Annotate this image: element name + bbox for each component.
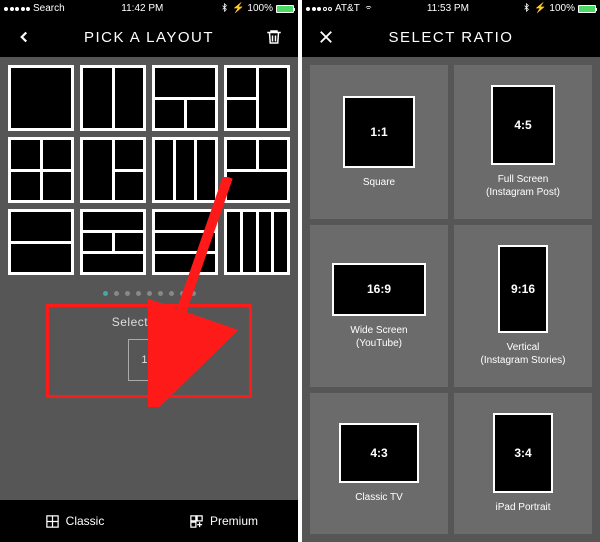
ratio-tile-classictv[interactable]: 4:3 Classic TV: [310, 393, 448, 534]
battery-pct: 100%: [247, 3, 273, 14]
layout-thumb[interactable]: [80, 209, 146, 275]
ratio-box: 16:9: [332, 263, 426, 316]
battery-icon: [276, 5, 294, 13]
ratio-tile-widescreen[interactable]: 16:9 Wide Screen(YouTube): [310, 225, 448, 387]
layout-grid: [0, 57, 298, 275]
ratio-box: 4:3: [339, 423, 419, 483]
ratio-tile-fullscreen[interactable]: 4:5 Full Screen(Instagram Post): [454, 65, 592, 219]
page-indicator: [0, 291, 298, 296]
ratio-chip[interactable]: 1:1: [128, 339, 170, 381]
ratio-box: 9:16: [498, 245, 548, 333]
header: SELECT RATIO: [302, 17, 600, 57]
status-bar: AT&T 11:53 PM ⚡ 100%: [302, 0, 600, 17]
layout-thumb[interactable]: [224, 209, 290, 275]
layout-thumb[interactable]: [8, 137, 74, 203]
layout-thumb[interactable]: [8, 65, 74, 131]
ratio-name: Classic TV: [355, 491, 403, 504]
battery-pct: 100%: [549, 3, 575, 14]
back-button[interactable]: [12, 25, 36, 49]
bottom-tabs: Classic Premium: [0, 500, 298, 542]
header: PICK A LAYOUT: [0, 17, 298, 57]
ratio-name: Square: [363, 176, 395, 189]
wifi-icon: [363, 3, 374, 15]
bluetooth-icon: [522, 3, 531, 15]
ratio-tile-ipadportrait[interactable]: 3:4 iPad Portrait: [454, 393, 592, 534]
tab-label: Classic: [66, 514, 105, 528]
status-time: 11:53 PM: [427, 3, 469, 14]
search-label: Search: [33, 3, 65, 14]
status-bar: Search 11:42 PM ⚡ 100%: [0, 0, 298, 17]
bolt-icon: ⚡: [232, 3, 244, 14]
page-title: PICK A LAYOUT: [84, 29, 214, 46]
ratio-box: 4:5: [491, 85, 555, 165]
ratio-name: Vertical(Instagram Stories): [480, 341, 565, 367]
select-ratio-label: Select Ratio:: [59, 315, 239, 329]
layout-thumb[interactable]: [224, 137, 290, 203]
phone-left: Search 11:42 PM ⚡ 100% PICK A LAYOUT: [0, 0, 298, 542]
ratio-grid: 1:1 Square 4:5 Full Screen(Instagram Pos…: [302, 57, 600, 542]
ratio-name: Full Screen(Instagram Post): [486, 173, 560, 199]
battery-icon: [578, 5, 596, 13]
layout-thumb[interactable]: [8, 209, 74, 275]
status-time: 11:42 PM: [121, 3, 163, 14]
close-button[interactable]: [314, 25, 338, 49]
grid-plus-icon: [189, 514, 204, 529]
layout-thumb[interactable]: [152, 137, 218, 203]
ratio-box: 3:4: [493, 413, 553, 493]
ratio-box: 1:1: [343, 96, 415, 168]
layout-content: Select Ratio: 1:1: [0, 57, 298, 500]
page-title: SELECT RATIO: [389, 29, 514, 46]
trash-button[interactable]: [262, 25, 286, 49]
phone-right: AT&T 11:53 PM ⚡ 100% SELECT RATIO 1:1 Sq…: [302, 0, 600, 542]
signal-dots-icon: [306, 7, 332, 11]
bluetooth-icon: [220, 3, 229, 15]
layout-thumb[interactable]: [80, 65, 146, 131]
ratio-name: Wide Screen(YouTube): [350, 324, 407, 350]
tab-label: Premium: [210, 514, 258, 528]
ratio-content: 1:1 Square 4:5 Full Screen(Instagram Pos…: [302, 57, 600, 542]
carrier-label: AT&T: [335, 3, 360, 14]
layout-thumb[interactable]: [224, 65, 290, 131]
layout-thumb[interactable]: [152, 65, 218, 131]
bolt-icon: ⚡: [534, 3, 546, 14]
layout-thumb[interactable]: [80, 137, 146, 203]
grid-icon: [45, 514, 60, 529]
ratio-tile-square[interactable]: 1:1 Square: [310, 65, 448, 219]
ratio-tile-vertical[interactable]: 9:16 Vertical(Instagram Stories): [454, 225, 592, 387]
tab-classic[interactable]: Classic: [0, 500, 149, 542]
ratio-name: iPad Portrait: [495, 501, 550, 514]
signal-dots-icon: [4, 7, 30, 11]
tab-premium[interactable]: Premium: [149, 500, 298, 542]
select-ratio-section[interactable]: Select Ratio: 1:1: [46, 304, 252, 398]
layout-thumb[interactable]: [152, 209, 218, 275]
